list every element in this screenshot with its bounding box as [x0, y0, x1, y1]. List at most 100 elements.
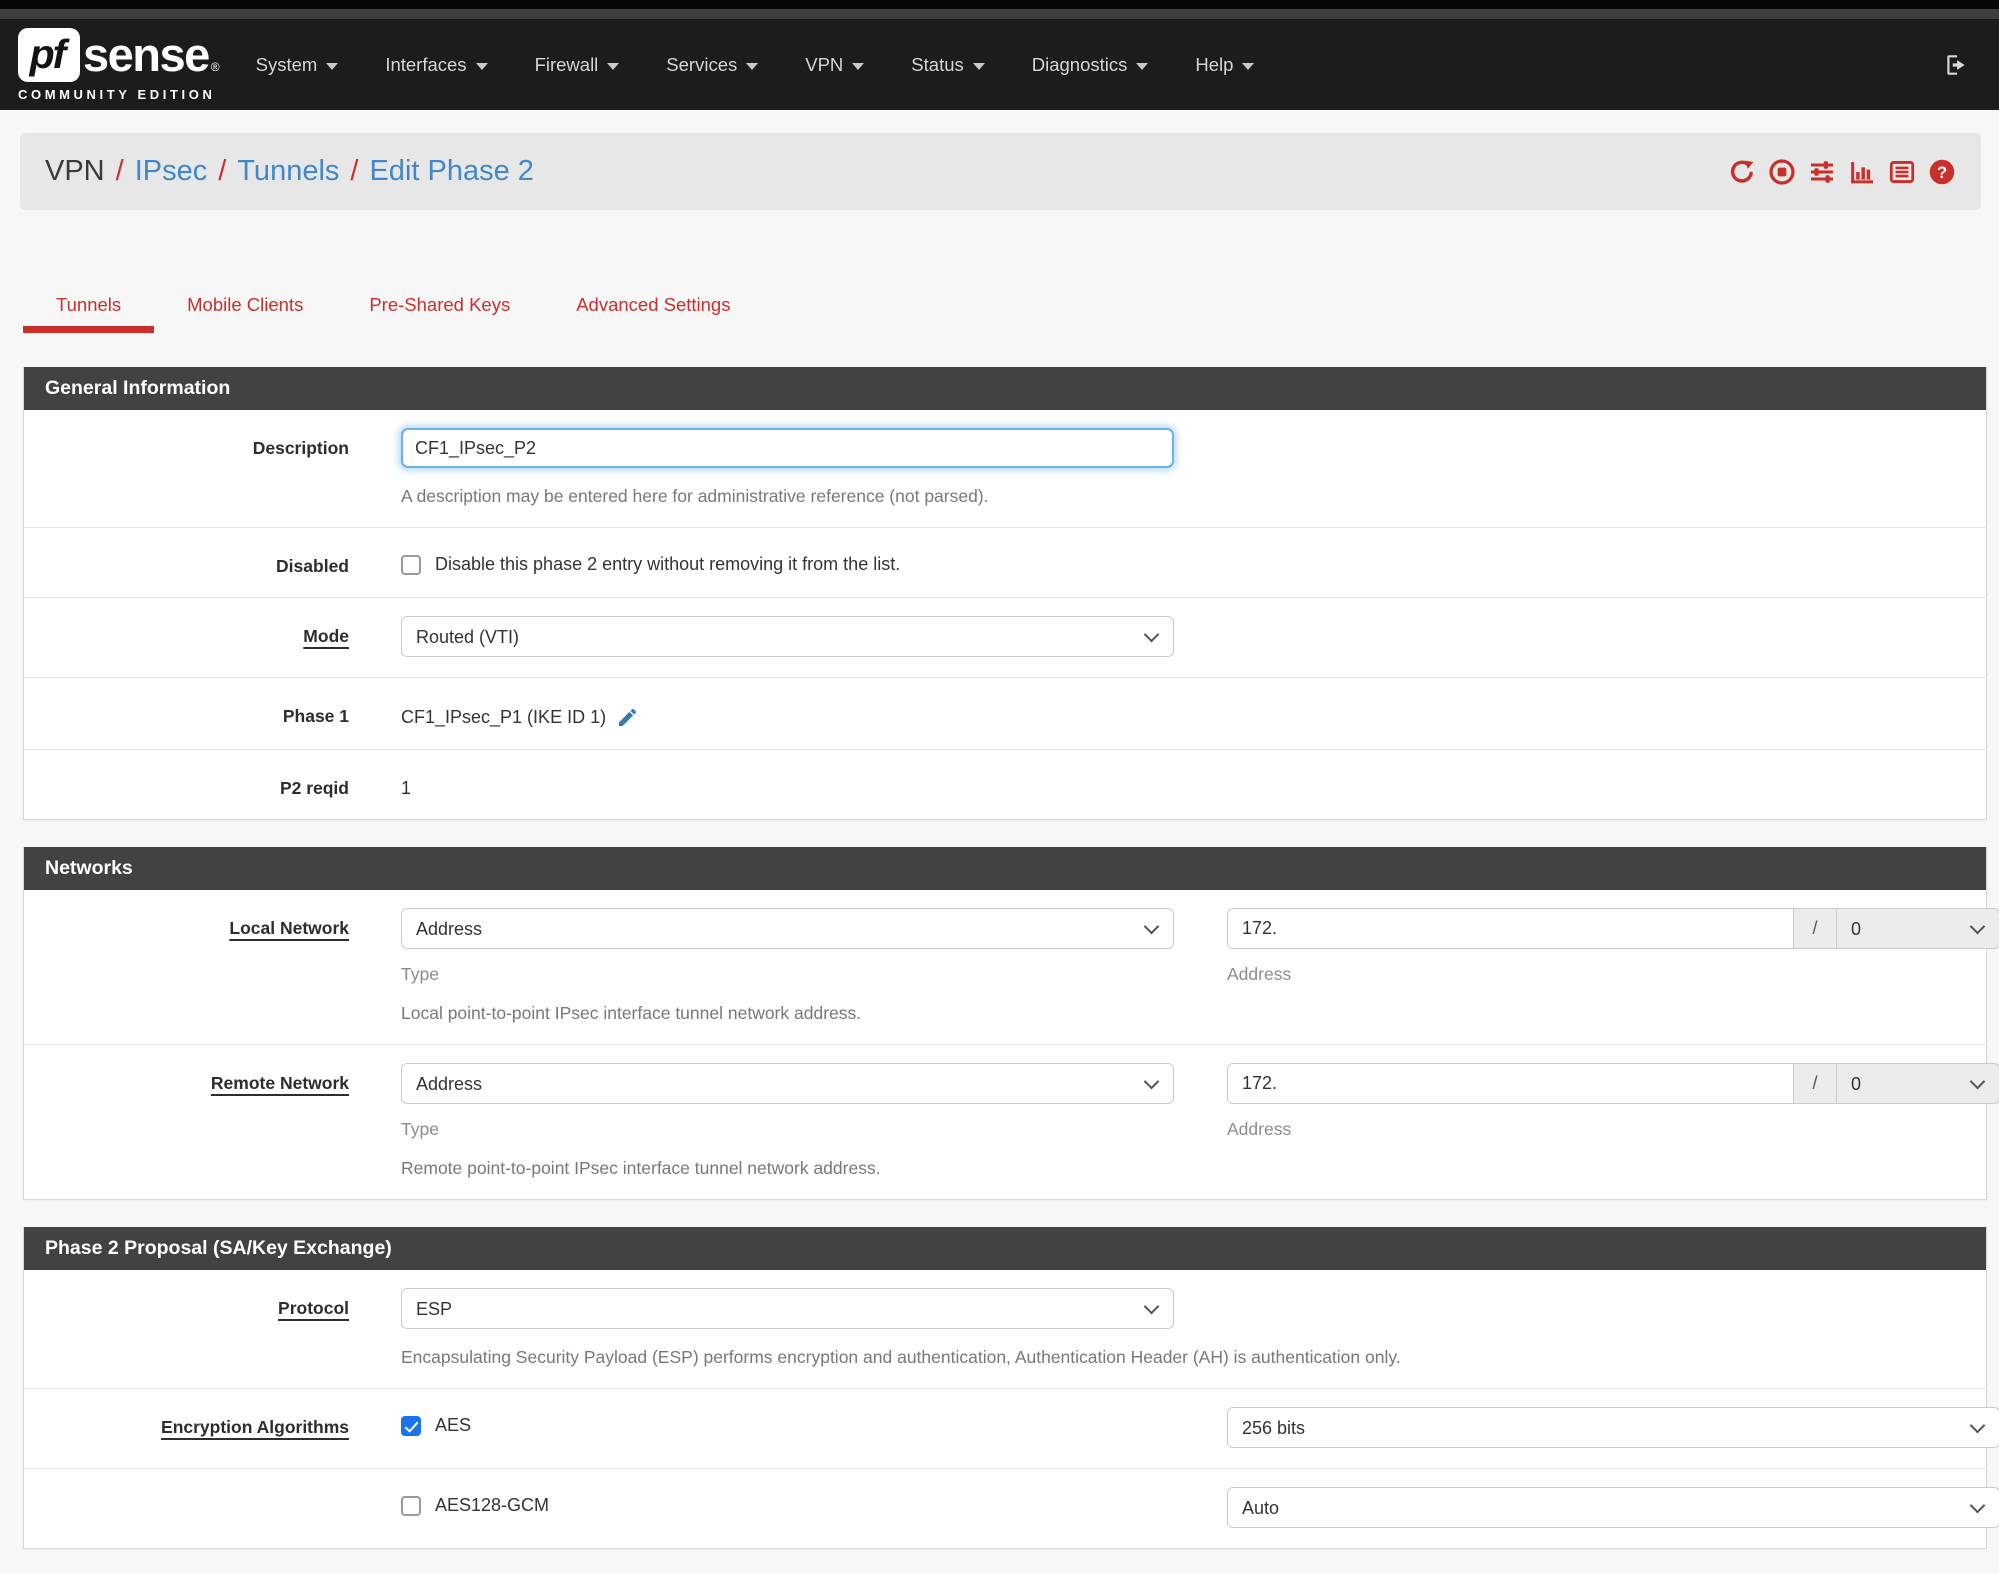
disabled-checkbox[interactable]: [401, 554, 421, 575]
encryption-aes128gcm-controls: AES128-GCM Auto: [349, 1487, 1999, 1528]
mode-label-text: Mode: [303, 626, 349, 646]
sliders-icon[interactable]: [1808, 158, 1836, 186]
description-controls: A description may be entered here for ad…: [349, 428, 1986, 507]
aes-checkbox[interactable]: [401, 1415, 421, 1436]
menu-diagnostics[interactable]: Diagnostics: [1032, 54, 1149, 76]
breadcrumb-separator: /: [350, 155, 359, 187]
local-network-type-select[interactable]: Address: [401, 908, 1174, 949]
log-icon[interactable]: [1888, 158, 1916, 186]
remote-network-address-col: / 0 Address: [1227, 1063, 1999, 1140]
menu-status[interactable]: Status: [911, 53, 985, 76]
local-network-type-col: Address Type: [401, 908, 1174, 985]
tab-tunnels[interactable]: Tunnels: [23, 280, 155, 333]
local-network-mask-select[interactable]: 0: [1837, 908, 1999, 949]
breadcrumb-panel: VPN / IPsec / Tunnels / Edit Phase 2 ?: [20, 133, 1981, 210]
phase2-proposal-panel: Phase 2 Proposal (SA/Key Exchange) Proto…: [23, 1227, 1999, 1549]
local-network-address-input[interactable]: [1227, 908, 1794, 949]
pfsense-logo[interactable]: pf sense ® COMMUNITY EDITION: [18, 27, 220, 102]
encryption-algorithms-label-text: Encryption Algorithms: [161, 1417, 349, 1437]
disabled-label: Disabled: [276, 556, 349, 576]
mode-select[interactable]: Routed (VTI): [401, 616, 1174, 657]
local-type-select-wrap: Address: [401, 908, 1174, 949]
remote-network-label-text: Remote Network: [210, 1073, 349, 1093]
p2reqid-label: P2 reqid: [279, 778, 349, 798]
aes128gcm-bits-select[interactable]: Auto: [1227, 1487, 1999, 1528]
top-navbar: pf sense ® COMMUNITY EDITION System Inte…: [0, 19, 1999, 110]
menu-vpn-label: VPN: [805, 53, 844, 75]
disabled-row: Disabled Disable this phase 2 entry with…: [24, 528, 1986, 598]
menu-vpn[interactable]: VPN: [805, 53, 865, 76]
disabled-checkbox-label: Disable this phase 2 entry without remov…: [435, 554, 901, 574]
pfsense-logo-name: sense: [83, 28, 210, 81]
local-type-caption: Type: [401, 964, 439, 984]
encryption-aes-grid: AES 256 bits: [401, 1407, 1999, 1448]
menu-firewall[interactable]: Firewall: [535, 54, 620, 76]
menu-status-label: Status: [911, 53, 964, 75]
protocol-label: Protocol: [24, 1288, 349, 1368]
phase1-row: Phase 1 CF1_IPsec_P1 (IKE ID 1): [24, 678, 1986, 750]
aes-check-line: AES: [401, 1407, 1174, 1436]
breadcrumb-link-edit-phase-2[interactable]: Edit Phase 2: [369, 155, 533, 187]
refresh-icon[interactable]: [1728, 158, 1756, 186]
phase1-label: Phase 1: [282, 706, 349, 726]
tab-pre-shared-keys[interactable]: Pre-Shared Keys: [336, 280, 543, 333]
local-network-grid: Address Type / 0 Ad: [401, 908, 1999, 985]
help-icon[interactable]: ?: [1928, 158, 1956, 186]
chevron-down-icon: [852, 62, 865, 70]
remote-network-type-select[interactable]: Address: [401, 1063, 1174, 1104]
breadcrumb: VPN / IPsec / Tunnels / Edit Phase 2: [45, 155, 534, 188]
registered-mark: ®: [210, 60, 220, 74]
remote-network-help: Remote point-to-point IPsec interface tu…: [401, 1158, 881, 1178]
aes-bits-select-wrap: 256 bits: [1227, 1407, 1999, 1448]
menu-interfaces-label: Interfaces: [385, 53, 467, 75]
phase1-controls: CF1_IPsec_P1 (IKE ID 1): [349, 696, 1986, 729]
breadcrumb-current: VPN: [45, 155, 105, 187]
remote-network-row: Remote Network Address Type /: [24, 1045, 1999, 1199]
tab-advanced-settings[interactable]: Advanced Settings: [543, 280, 763, 333]
local-mask-select-wrap: 0: [1837, 908, 1999, 949]
aes-checkbox-col: AES: [401, 1407, 1174, 1448]
aes128gcm-checkbox-col: AES128-GCM: [401, 1487, 1174, 1528]
aes128gcm-checkbox[interactable]: [401, 1495, 421, 1516]
stop-icon[interactable]: [1768, 158, 1796, 186]
remote-type-select-wrap: Address: [401, 1063, 1174, 1104]
menu-help-label: Help: [1195, 53, 1234, 75]
menu-diagnostics-label: Diagnostics: [1031, 53, 1128, 75]
local-address-caption: Address: [1227, 964, 1292, 984]
menu-interfaces[interactable]: Interfaces: [385, 53, 488, 76]
pencil-icon[interactable]: [616, 706, 639, 729]
menu-services-label: Services: [666, 53, 738, 75]
ipsec-tabs: Tunnels Mobile Clients Pre-Shared Keys A…: [23, 280, 1976, 333]
menu-help[interactable]: Help: [1195, 53, 1255, 76]
aes-checkbox-label: AES: [435, 1415, 472, 1435]
breadcrumb-separator: /: [218, 155, 227, 187]
local-network-label-text: Local Network: [229, 918, 349, 938]
remote-network-mask-select[interactable]: 0: [1837, 1063, 1999, 1104]
sign-out-icon[interactable]: [1943, 52, 1969, 78]
breadcrumb-link-ipsec[interactable]: IPsec: [135, 155, 208, 187]
protocol-select[interactable]: ESP: [401, 1288, 1174, 1329]
bar-chart-icon[interactable]: [1848, 158, 1876, 186]
remote-type-caption: Type: [401, 1119, 439, 1139]
page-action-icons: ?: [1728, 158, 1956, 186]
pfsense-logo-row: pf sense ®: [18, 27, 220, 82]
aes-bits-select[interactable]: 256 bits: [1227, 1407, 1999, 1448]
protocol-select-wrap: ESP: [401, 1288, 1174, 1329]
mode-label: Mode: [24, 616, 349, 657]
mode-row: Mode Routed (VTI): [24, 598, 1986, 678]
breadcrumb-link-tunnels[interactable]: Tunnels: [237, 155, 339, 187]
remote-network-address-input[interactable]: [1227, 1063, 1794, 1104]
remote-address-mask-separator: /: [1794, 1063, 1837, 1104]
aes128gcm-bits-col: Auto: [1227, 1487, 1999, 1528]
tab-mobile-clients[interactable]: Mobile Clients: [154, 280, 336, 333]
window-top-edge: [0, 0, 1999, 9]
menu-services[interactable]: Services: [666, 53, 759, 76]
mode-select-wrap: Routed (VTI): [401, 616, 1174, 657]
menu-system[interactable]: System: [256, 54, 339, 76]
encryption-algorithms-row: Encryption Algorithms AES 256 bits: [24, 1389, 1999, 1469]
disabled-check-line: Disable this phase 2 entry without remov…: [401, 546, 1986, 575]
description-input[interactable]: [401, 428, 1174, 468]
aes-bits-col: 256 bits: [1227, 1407, 1999, 1448]
p2reqid-controls: 1: [349, 768, 1986, 799]
remote-network-grid: Address Type / 0 Ad: [401, 1063, 1999, 1140]
